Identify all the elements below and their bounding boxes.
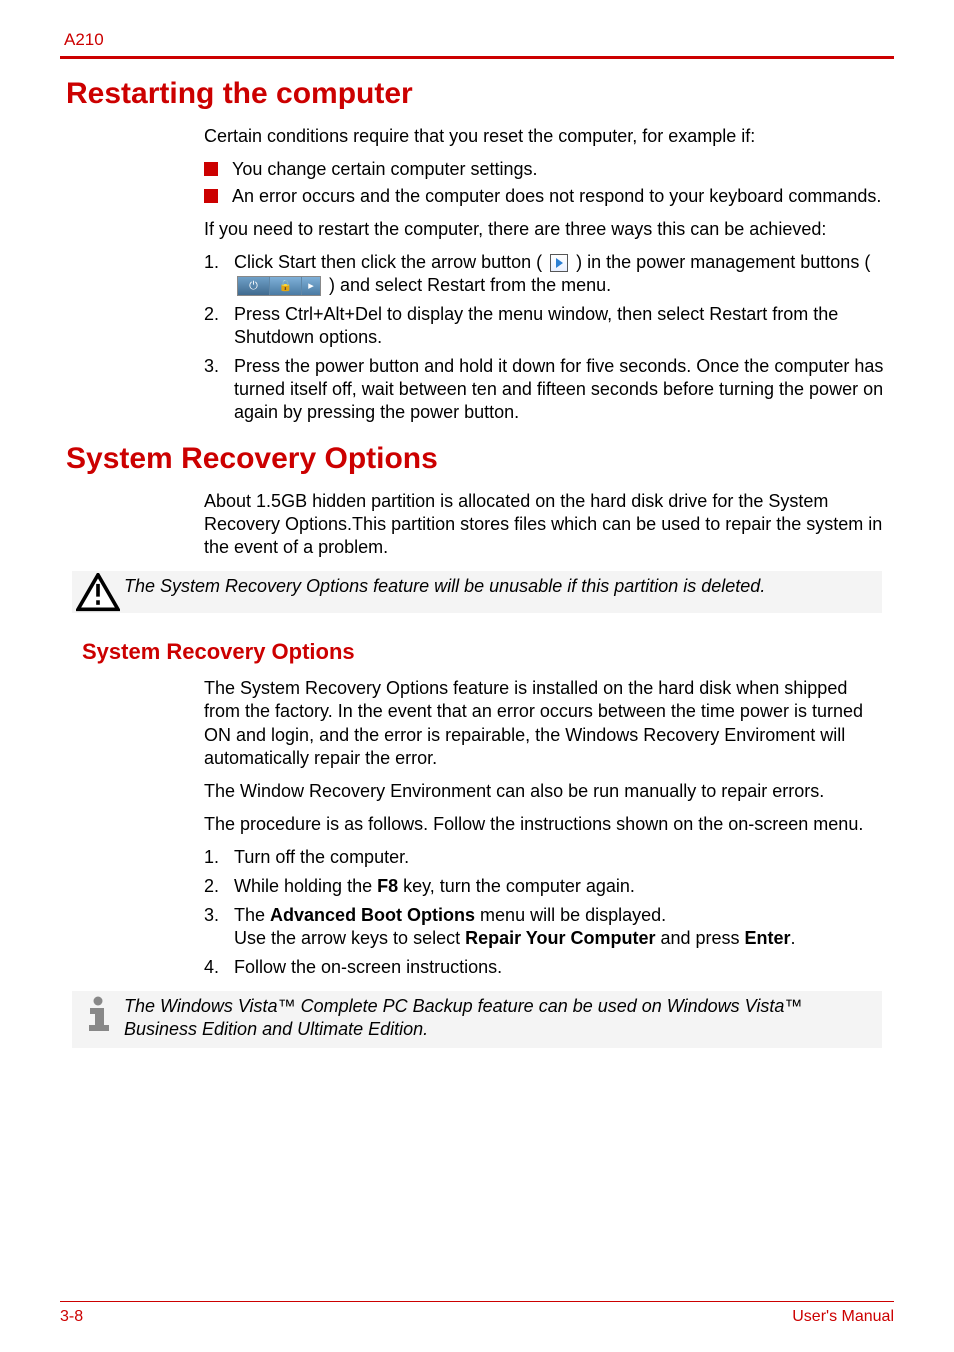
page-header: A210 (60, 30, 894, 59)
manual-label: User's Manual (792, 1308, 894, 1326)
sro-p3: The procedure is as follows. Follow the … (204, 813, 888, 836)
step-text: Follow the on-screen instructions. (234, 956, 888, 979)
restart-steps: 1. Click Start then click the arrow butt… (204, 251, 888, 424)
text-span: . (791, 928, 796, 948)
restart-ways-intro: If you need to restart the computer, the… (204, 218, 888, 241)
page-body: Restarting the computer Certain conditio… (60, 77, 894, 1048)
step-number: 4. (204, 956, 234, 979)
page-footer: 3-8 User's Manual (60, 1301, 894, 1326)
text-span: ) and select Restart from the menu. (329, 275, 611, 295)
text-span: key, turn the computer again. (398, 876, 635, 896)
heading-sro: System Recovery Options (66, 442, 888, 476)
info-text: The Windows Vista™ Complete PC Backup fe… (124, 991, 882, 1048)
list-item: An error occurs and the computer does no… (204, 185, 888, 208)
square-bullet-icon (204, 162, 218, 176)
bullet-text: You change certain computer settings. (232, 158, 538, 181)
step-text: Press the power button and hold it down … (234, 355, 888, 424)
list-item: 2. While holding the F8 key, turn the co… (204, 875, 888, 898)
warning-text: The System Recovery Options feature will… (124, 571, 882, 613)
text-span: menu will be displayed. (475, 905, 666, 925)
arrow-button-icon (550, 254, 568, 272)
list-item: You change certain computer settings. (204, 158, 888, 181)
list-item: 2. Press Ctrl+Alt+Del to display the men… (204, 303, 888, 349)
bullet-text: An error occurs and the computer does no… (232, 185, 881, 208)
step-number: 2. (204, 875, 234, 898)
text-span: While holding the (234, 876, 377, 896)
square-bullet-icon (204, 189, 218, 203)
arrow-segment-icon: ▸ (302, 277, 320, 295)
page-number: 3-8 (60, 1308, 83, 1326)
step-text: The Advanced Boot Options menu will be d… (234, 904, 888, 950)
sro-p1: The System Recovery Options feature is i… (204, 677, 888, 769)
step-number: 3. (204, 904, 234, 950)
info-callout: The Windows Vista™ Complete PC Backup fe… (72, 991, 882, 1048)
list-item: 3. Press the power button and hold it do… (204, 355, 888, 424)
step-number: 1. (204, 251, 234, 297)
subheading-sro: System Recovery Options (82, 639, 888, 665)
restart-intro: Certain conditions require that you rese… (204, 125, 888, 148)
text-span: and press (655, 928, 744, 948)
text-span: The (234, 905, 270, 925)
footer-row: 3-8 User's Manual (60, 1308, 894, 1326)
label-repair-your-computer: Repair Your Computer (465, 928, 655, 948)
restart-bullets: You change certain computer settings. An… (204, 158, 888, 208)
label-advanced-boot: Advanced Boot Options (270, 905, 475, 925)
model-label: A210 (64, 30, 894, 50)
text-span: Use the arrow keys to select (234, 928, 465, 948)
power-segment-icon: ⏻ (238, 277, 270, 295)
warning-icon (72, 571, 124, 613)
step-text: While holding the F8 key, turn the compu… (234, 875, 888, 898)
power-management-buttons-icon: ⏻ 🔒 ▸ (237, 276, 321, 296)
step-text: Click Start then click the arrow button … (234, 251, 888, 297)
text-span: Click Start then click the arrow button … (234, 252, 542, 272)
list-item: 4. Follow the on-screen instructions. (204, 956, 888, 979)
warning-callout: The System Recovery Options feature will… (72, 571, 882, 613)
sro-intro: About 1.5GB hidden partition is allocate… (204, 490, 888, 559)
header-rule (60, 56, 894, 59)
info-icon (72, 991, 124, 1048)
list-item: 1. Turn off the computer. (204, 846, 888, 869)
list-item: 3. The Advanced Boot Options menu will b… (204, 904, 888, 950)
key-enter: Enter (745, 928, 791, 948)
lock-segment-icon: 🔒 (270, 277, 302, 295)
heading-restarting: Restarting the computer (66, 77, 888, 111)
text-span: ) in the power management buttons ( (576, 252, 870, 272)
footer-rule (60, 1301, 894, 1302)
step-text: Press Ctrl+Alt+Del to display the menu w… (234, 303, 888, 349)
sro-p2: The Window Recovery Environment can also… (204, 780, 888, 803)
sro-steps: 1. Turn off the computer. 2. While holdi… (204, 846, 888, 979)
step-number: 1. (204, 846, 234, 869)
step-number: 2. (204, 303, 234, 349)
step-text: Turn off the computer. (234, 846, 888, 869)
list-item: 1. Click Start then click the arrow butt… (204, 251, 888, 297)
key-f8: F8 (377, 876, 398, 896)
page: A210 Restarting the computer Certain con… (0, 0, 954, 1352)
step-number: 3. (204, 355, 234, 424)
